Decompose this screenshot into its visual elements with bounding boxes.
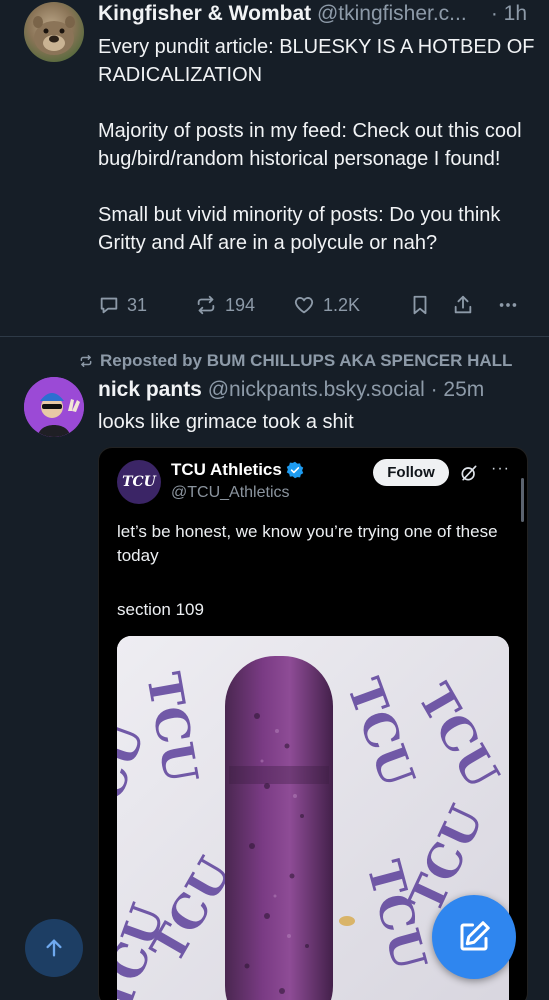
post-text: looks like grimace took a shit <box>98 411 354 433</box>
grok-icon <box>461 465 477 481</box>
compose-button[interactable] <box>432 895 516 979</box>
embed-more-icon: ··· <box>491 460 510 477</box>
reply-icon <box>100 297 118 314</box>
repost-count: 194 <box>225 294 256 315</box>
embed-account-name-text: TCU Athletics <box>171 460 282 479</box>
tcu-logo-text: TCU <box>122 474 156 490</box>
repost-indicator[interactable]: Reposted by BUM CHILLUPS AKA SPENCER HAL… <box>78 351 512 371</box>
scroll-to-top-button[interactable] <box>25 919 83 977</box>
author-handle[interactable]: @tkingfisher.c... <box>317 2 467 25</box>
post-author-line: nick pants @nickpants.bsky.social · 25m <box>98 378 538 404</box>
more-options-button[interactable] <box>496 290 520 320</box>
avatar[interactable] <box>24 377 84 437</box>
scrollbar-thumb <box>521 478 524 522</box>
author-name[interactable]: Kingfisher & Wombat <box>98 2 311 25</box>
follow-button: Follow <box>373 459 449 486</box>
post-timestamp[interactable]: · 25m <box>431 378 485 401</box>
reply-button[interactable]: 31 <box>98 290 147 320</box>
avatar[interactable] <box>24 2 84 62</box>
embed-account-name: TCU Athletics <box>171 460 304 480</box>
share-button[interactable] <box>452 290 474 320</box>
post-author-line: Kingfisher & Wombat @tkingfisher.c... <box>98 2 538 28</box>
like-button[interactable]: 1.2K <box>292 290 360 320</box>
repost-icon <box>197 295 215 315</box>
reply-count: 31 <box>127 294 148 315</box>
tcu-logo: TCU <box>117 460 161 504</box>
heart-icon <box>294 297 314 314</box>
repost-button[interactable]: 194 <box>194 290 255 320</box>
repost-label: Reposted by BUM CHILLUPS AKA SPENCER HAL… <box>100 351 513 370</box>
feed: Kingfisher & Wombat @tkingfisher.c... · … <box>0 0 549 1000</box>
post-actions: 31 194 1.2K <box>98 290 530 320</box>
like-count: 1.2K <box>323 294 361 315</box>
compose-icon <box>460 921 490 951</box>
share-icon <box>454 295 472 314</box>
repost-icon <box>80 355 92 367</box>
embed-text: let’s be honest, we know you’re trying o… <box>117 522 498 565</box>
author-name[interactable]: nick pants <box>98 378 202 401</box>
embed-text-section: section 109 <box>117 600 204 619</box>
arrow-up-icon <box>46 939 62 957</box>
more-icon <box>499 303 517 307</box>
bookmark-icon <box>413 295 427 315</box>
verified-icon <box>286 461 304 479</box>
bookmark-button[interactable] <box>409 290 431 320</box>
post-timestamp[interactable]: · 1h <box>491 2 527 26</box>
embed-account-handle: @TCU_Athletics <box>171 484 290 501</box>
post-text: Every pundit article: BLUESKY IS A HOTBE… <box>98 36 535 254</box>
author-handle[interactable]: @nickpants.bsky.social <box>208 378 425 401</box>
feed-post[interactable]: Kingfisher & Wombat @tkingfisher.c... · … <box>0 0 549 337</box>
